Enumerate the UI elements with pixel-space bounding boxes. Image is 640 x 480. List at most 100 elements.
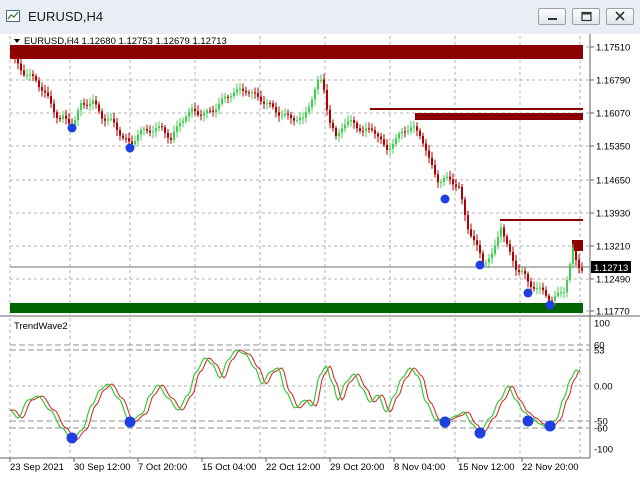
candle-body (146, 128, 148, 131)
candle-body (173, 131, 175, 140)
candle-body (218, 103, 220, 110)
candle-body (542, 287, 544, 291)
candle-body (227, 96, 229, 98)
candle-body (329, 109, 331, 123)
candle-body (485, 262, 487, 264)
candle-body (26, 75, 28, 77)
candle-body (395, 138, 397, 144)
candle-body (488, 258, 490, 263)
close-button[interactable] (606, 8, 634, 25)
candle-body (119, 130, 121, 136)
candle-body (80, 103, 82, 111)
restore-button[interactable] (572, 8, 600, 25)
current-price-label: 1.12713 (594, 263, 628, 274)
candle-body (50, 96, 52, 104)
candle-body (272, 103, 274, 107)
candle-body (392, 143, 394, 149)
price-tick-label: 1.12490 (596, 275, 630, 286)
candle-body (467, 215, 469, 230)
candle-body (389, 148, 391, 150)
indicator-scale-label: -60 (594, 424, 608, 435)
price-tick-label: 1.14650 (596, 176, 630, 187)
candle-body (371, 128, 373, 131)
time-tick-label: 8 Nov 04:00 (394, 462, 445, 473)
candle-body (245, 90, 247, 93)
candle-body (443, 178, 445, 182)
candle-body (422, 135, 424, 144)
candle-body (164, 127, 166, 133)
indicator-scale-label: 100 (594, 319, 610, 330)
candle-body (125, 138, 127, 140)
window-title: EURUSD,H4 (28, 9, 104, 24)
candle-body (434, 164, 436, 175)
candle-body (296, 120, 298, 122)
candle-body (461, 186, 463, 200)
candle-body (188, 111, 190, 117)
candle-body (206, 110, 208, 114)
candle-body (314, 89, 316, 100)
candle-body (437, 174, 439, 183)
minimize-button[interactable] (538, 8, 566, 25)
candle-body (143, 128, 145, 130)
indicator-scale-label: 0.00 (594, 382, 613, 393)
candle-body (545, 290, 547, 296)
candle-body (377, 133, 379, 137)
buy-signal-marker (475, 260, 485, 270)
candle-body (413, 126, 415, 128)
candle-body (407, 130, 409, 132)
price-tick-label: 1.17510 (596, 43, 630, 54)
candle-body (374, 130, 376, 134)
candle-body (98, 104, 100, 112)
candle-body (527, 273, 529, 282)
candle-body (47, 92, 49, 97)
candle-body (95, 100, 97, 105)
candle-body (416, 126, 418, 131)
candle-body (122, 135, 124, 139)
candle-body (158, 126, 160, 129)
candle-body (263, 101, 265, 104)
candle-body (137, 134, 139, 141)
candle-body (11, 55, 13, 57)
candle-body (215, 109, 217, 112)
candle-body (62, 115, 64, 119)
time-tick-label: 30 Sep 12:00 (74, 462, 131, 473)
candle-body (242, 88, 244, 91)
time-tick-label: 7 Oct 20:00 (138, 462, 187, 473)
title-bar: EURUSD,H4 (0, 0, 640, 35)
chart-area[interactable]: EURUSD,H4 1.12680 1.12753 1.12679 1.1271… (0, 34, 640, 480)
candle-body (560, 292, 562, 294)
time-tick-label: 23 Sep 2021 (10, 462, 64, 473)
candle-body (323, 79, 325, 90)
candle-body (428, 150, 430, 158)
candle-body (59, 118, 61, 120)
candle-body (92, 100, 94, 104)
candle-body (362, 130, 364, 132)
time-tick-label: 22 Nov 20:00 (522, 462, 579, 473)
candle-body (365, 128, 367, 132)
candle-body (308, 107, 310, 113)
indicator-name: TrendWave2 (14, 321, 68, 332)
buy-signal-marker (125, 143, 135, 153)
candle-body (170, 137, 172, 140)
candle-body (350, 120, 352, 122)
candle-body (326, 89, 328, 110)
candle-body (152, 131, 154, 133)
candle-body (110, 118, 112, 120)
indicator-signal-marker (66, 432, 78, 444)
terminal-window: EURUSD,H4 EURUSD,H4 1.12680 1.12753 1.12… (0, 0, 640, 480)
chart-header: EURUSD,H4 1.12680 1.12753 1.12679 1.1271… (24, 36, 227, 47)
candle-body (68, 118, 70, 124)
price-tick-label: 1.13210 (596, 242, 630, 253)
candle-body (212, 110, 214, 112)
indicator-scale-label: 53 (594, 346, 605, 357)
candle-body (182, 120, 184, 124)
candle-body (56, 112, 58, 119)
candle-body (521, 270, 523, 272)
candle-body (440, 181, 442, 183)
candle-body (83, 103, 85, 105)
time-tick-label: 29 Oct 20:00 (330, 462, 384, 473)
price-tick-label: 1.13930 (596, 209, 630, 220)
candle-body (431, 157, 433, 165)
candle-body (347, 121, 349, 125)
candle-body (167, 132, 169, 138)
